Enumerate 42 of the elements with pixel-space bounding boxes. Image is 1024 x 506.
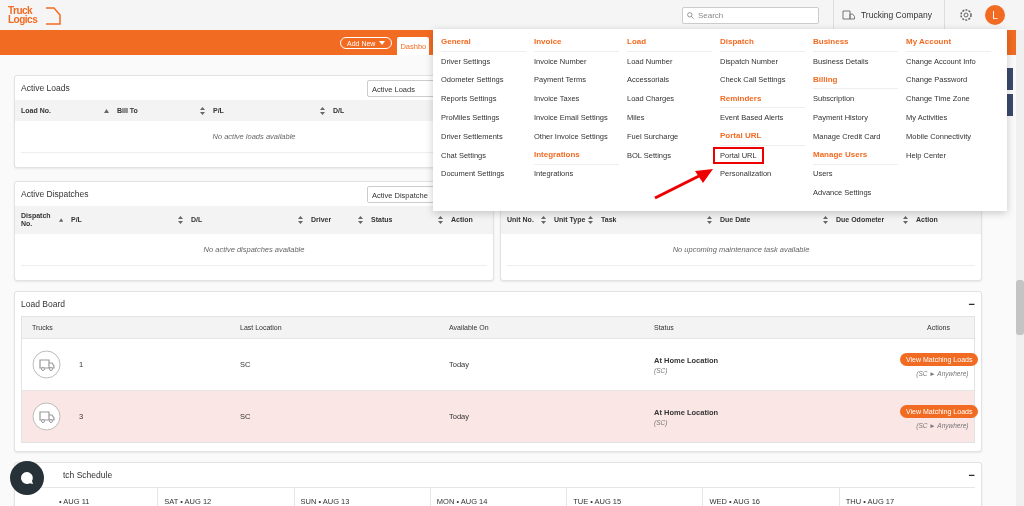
truck-icon xyxy=(841,9,855,21)
search-icon xyxy=(686,11,694,19)
panel-title: Active Dispatches xyxy=(21,189,89,199)
collapse-button[interactable]: − xyxy=(968,298,975,310)
sort-icon[interactable] xyxy=(541,216,546,224)
menu-heading: Portal URL xyxy=(720,127,805,146)
chat-icon xyxy=(19,470,35,486)
sort-icon[interactable] xyxy=(903,216,908,224)
truck-icon xyxy=(32,350,61,379)
menu-heading: Integrations xyxy=(534,145,619,165)
panel-title: Active Loads xyxy=(21,83,70,93)
sort-icon[interactable] xyxy=(298,216,303,224)
menu-heading: Invoice xyxy=(534,33,619,52)
search-field[interactable]: Search xyxy=(681,6,819,24)
settings-icon[interactable] xyxy=(959,8,973,22)
menu-heading: My Account xyxy=(906,33,991,52)
scroll-bar[interactable] xyxy=(1016,30,1024,506)
menu-heading: Manage Users xyxy=(813,145,898,165)
sort-icon[interactable] xyxy=(823,216,828,224)
sort-ascending-icon[interactable] xyxy=(104,108,109,113)
sort-icon[interactable] xyxy=(200,106,205,115)
sort-ascending-icon[interactable] xyxy=(58,218,63,222)
menu-heading: Load xyxy=(627,33,712,52)
sort-icon[interactable] xyxy=(588,216,593,224)
panel-title: Load Board xyxy=(21,299,65,309)
collapse-button[interactable]: − xyxy=(968,469,975,481)
annotation-arrow xyxy=(653,167,715,201)
menu-heading: Reminders xyxy=(720,89,805,109)
menu-heading: General xyxy=(441,33,526,52)
company-name[interactable]: Trucking Company xyxy=(860,10,932,20)
truck-icon xyxy=(32,402,61,431)
sort-icon[interactable] xyxy=(438,216,443,224)
caret-icon xyxy=(379,41,386,45)
sort-icon[interactable] xyxy=(178,216,183,224)
menu-heading: Dispatch xyxy=(720,33,805,52)
panel-title: tch Schedule xyxy=(63,470,113,480)
menu-heading: Billing xyxy=(813,70,898,90)
sort-icon[interactable] xyxy=(320,106,325,115)
menu-heading: Business xyxy=(813,33,898,52)
sort-icon[interactable] xyxy=(707,216,712,224)
sort-icon[interactable] xyxy=(358,216,363,224)
chat-button[interactable] xyxy=(10,461,44,495)
